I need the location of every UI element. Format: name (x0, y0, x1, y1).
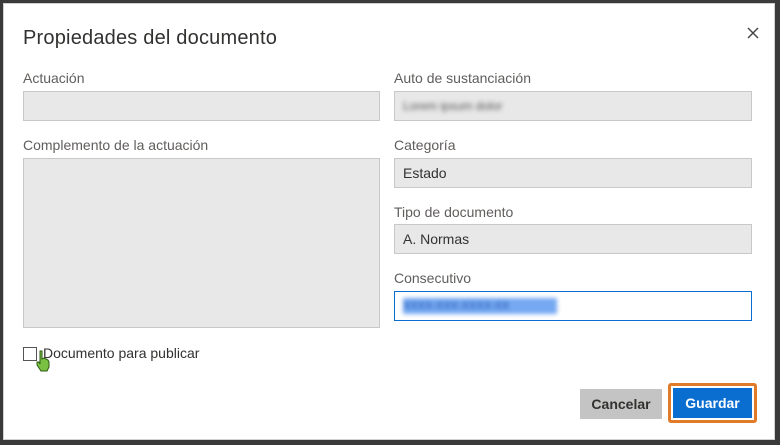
complemento-label: Complemento de la actuación (23, 137, 209, 153)
consecutivo-label: Consecutivo (394, 270, 472, 286)
tipo-documento-value: A. Normas (403, 231, 470, 247)
categoria-label: Categoría (394, 137, 456, 153)
publish-checkbox-label: Documento para publicar (43, 345, 200, 361)
hand-cursor-icon (36, 350, 50, 372)
consecutivo-value: XXXX-XXX-XXXX-XX (403, 298, 557, 314)
cancel-button[interactable]: Cancelar (580, 389, 662, 419)
save-button[interactable]: Guardar (673, 388, 752, 418)
auto-sustanciacion-label: Auto de sustanciación (394, 70, 531, 86)
categoria-value: Estado (403, 165, 447, 181)
close-button[interactable] (742, 22, 764, 44)
auto-sustanciacion-value: Lorem ipsum dolor (403, 99, 503, 113)
actuacion-label: Actuación (23, 70, 85, 86)
categoria-field[interactable]: Estado (394, 158, 752, 188)
dialog-title: Propiedades del documento (23, 27, 278, 49)
auto-sustanciacion-field[interactable]: Lorem ipsum dolor (394, 91, 752, 121)
consecutivo-input[interactable]: XXXX-XXX-XXXX-XX (394, 291, 752, 321)
document-properties-dialog: Propiedades del documento Actuación Comp… (3, 3, 775, 440)
close-icon (747, 27, 759, 39)
complemento-textarea[interactable] (23, 158, 380, 328)
actuacion-field[interactable] (23, 91, 380, 121)
tipo-documento-label: Tipo de documento (394, 204, 514, 220)
tipo-documento-field[interactable]: A. Normas (394, 224, 752, 254)
